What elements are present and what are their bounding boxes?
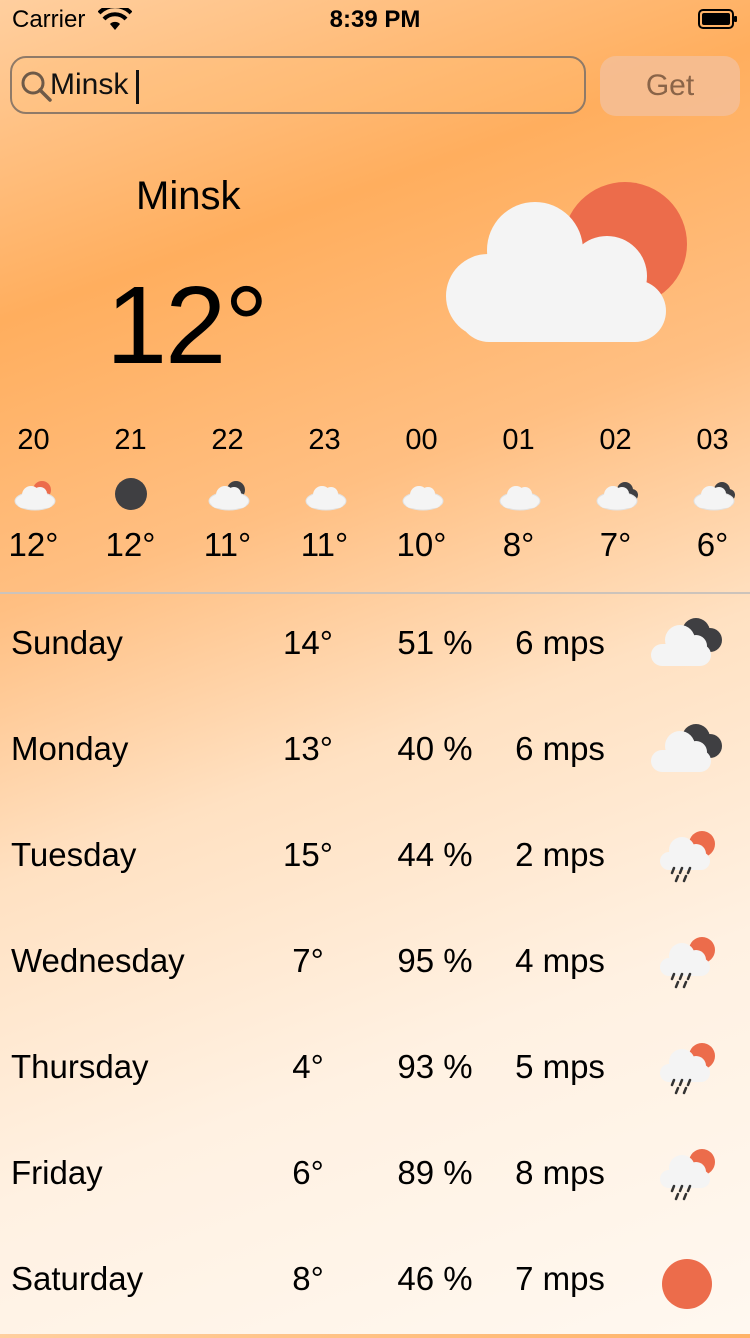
day-name: Wednesday [11,942,185,979]
day-temp: 4° [292,1048,324,1085]
day-humidity: 95 % [397,942,473,979]
status-bar: Carrier 8:39 PM [0,0,750,40]
rain-sun-icon [660,937,715,989]
day-humidity: 44 % [397,836,473,873]
day-humidity: 89 % [397,1154,473,1191]
hourly-item: 23 11° [276,420,373,564]
text-caret [136,70,139,104]
moon-icon [114,478,147,510]
daily-row: Tuesday 15° 44 % 2 mps [0,808,750,914]
day-wind: 2 mps [515,836,605,873]
hour-temp: 12° [105,526,156,563]
daily-row: Monday 13° 40 % 6 mps [0,702,750,808]
day-temp: 7° [292,942,324,979]
hour-label: 20 [17,424,50,456]
day-temp: 13° [283,730,333,767]
daily-row: Wednesday 7° 95 % 4 mps [0,914,750,1020]
search-icon [21,71,52,102]
day-humidity: 46 % [397,1260,473,1297]
get-button[interactable]: Get [600,56,740,116]
city-name: Minsk [136,174,241,218]
hour-label: 23 [308,424,341,456]
day-name: Friday [11,1154,103,1191]
day-name: Sunday [11,624,123,661]
hourly-item: 02 7° [567,420,664,564]
hour-temp: 7° [599,526,632,563]
day-humidity: 40 % [397,730,473,767]
hour-label: 22 [211,424,244,456]
day-temp: 14° [283,624,333,661]
sun-behind-cloud-icon [446,182,687,342]
hourly-item: 03 6° [664,420,750,564]
day-wind: 6 mps [515,730,605,767]
hourly-item: 21 12° [82,420,179,564]
hourly-item: 00 10° [373,420,470,564]
overcast-icon [651,618,722,666]
day-wind: 4 mps [515,942,605,979]
hour-temp: 11° [203,526,252,563]
hour-temp: 6° [696,526,729,563]
daily-row: Thursday 4° 93 % 5 mps [0,1020,750,1126]
hourly-item: 22 11° [179,420,276,564]
day-humidity: 93 % [397,1048,473,1085]
day-temp: 15° [283,836,333,873]
hourly-item: 01 8° [470,420,567,564]
day-temp: 8° [292,1260,324,1297]
rain-sun-icon [660,1043,715,1095]
cloud-icon [305,485,346,511]
day-wind: 6 mps [515,624,605,661]
partly-cloudy-moon-icon [208,481,249,511]
hour-temp: 12° [8,526,59,563]
day-wind: 5 mps [515,1048,605,1085]
day-wind: 8 mps [515,1154,605,1191]
rain-sun-icon [660,831,715,883]
hour-label: 03 [696,424,729,456]
divider [0,592,750,594]
hourly-item: 20 12° [0,420,82,564]
daily-row: Friday 6° 89 % 8 mps [0,1126,750,1232]
hour-temp: 10° [396,526,447,563]
overcast-icon [596,482,638,511]
overcast-icon [651,724,722,772]
daily-row: Saturday 8° 46 % 7 mps [0,1232,750,1338]
search-field[interactable] [10,56,586,114]
day-name: Tuesday [11,836,137,873]
day-temp: 6° [292,1154,324,1191]
hour-temp: 8° [502,526,535,563]
day-wind: 7 mps [515,1260,605,1297]
hour-label: 01 [502,424,535,456]
day-humidity: 51 % [397,624,473,661]
partly-cloudy-sun-icon [14,481,55,511]
hour-label: 02 [599,424,632,456]
daily-row: Sunday 14° 51 % 6 mps [0,596,750,702]
day-name: Thursday [11,1048,149,1085]
battery-icon [698,9,737,29]
day-name: Saturday [11,1260,144,1297]
hourly-forecast: 20 12° 21 12° 22 11° 23 11° 00 10° 01 8°… [0,420,750,570]
hour-label: 00 [405,424,438,456]
cloud-icon [499,485,540,511]
overcast-icon [693,482,735,511]
hour-label: 21 [114,424,147,456]
sun-icon [662,1259,712,1309]
clock: 8:39 PM [329,6,421,33]
rain-sun-icon [660,1149,715,1201]
hour-temp: 11° [300,526,349,563]
current-temperature: 12° [106,264,268,387]
cloud-icon [402,485,443,511]
search-input[interactable] [50,64,570,106]
day-name: Monday [11,730,129,767]
